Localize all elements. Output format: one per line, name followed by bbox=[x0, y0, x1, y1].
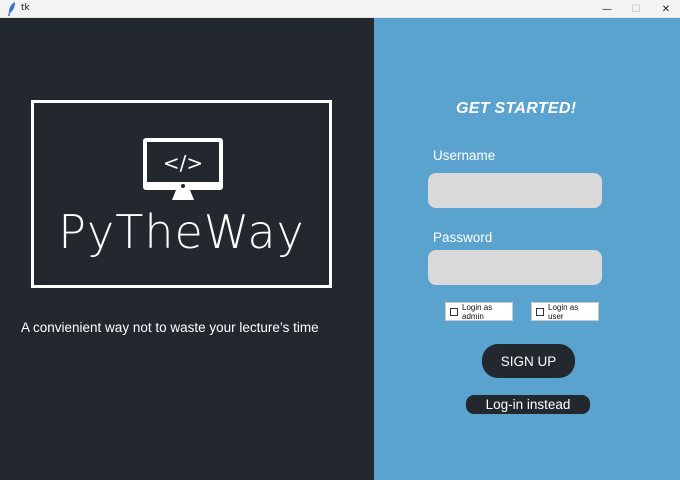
monitor-icon: </> bbox=[143, 138, 223, 200]
branding-panel: </> PyTheWay A convienient way not to wa… bbox=[0, 18, 374, 480]
feather-icon bbox=[8, 2, 15, 16]
minimize-button[interactable]: — bbox=[591, 0, 623, 18]
login-as-user-checkbox[interactable]: Login as user bbox=[531, 302, 599, 321]
maximize-button[interactable]: ☐ bbox=[620, 0, 652, 18]
checkbox-box[interactable] bbox=[450, 307, 458, 316]
login-as-admin-checkbox[interactable]: Login as admin bbox=[445, 302, 513, 321]
signup-panel: GET STARTED! Username Password Login as … bbox=[374, 18, 680, 480]
tagline: A convienient way not to waste your lect… bbox=[21, 320, 319, 335]
close-button[interactable]: ✕ bbox=[650, 0, 680, 18]
logo-frame: </> PyTheWay bbox=[31, 100, 332, 288]
username-input[interactable] bbox=[428, 173, 602, 208]
app-window: tk — ☐ ✕ </> PyTheWay A convienient way … bbox=[0, 0, 680, 480]
login-instead-button[interactable]: Log-in instead bbox=[466, 395, 590, 414]
title-bar: tk — ☐ ✕ bbox=[0, 0, 680, 18]
password-label: Password bbox=[433, 230, 493, 245]
logo-code-text: </> bbox=[163, 151, 203, 175]
checkbox-box[interactable] bbox=[536, 307, 544, 316]
form-heading: GET STARTED! bbox=[456, 100, 577, 117]
brand-name: PyTheWay bbox=[58, 205, 305, 259]
login-as-user-label: Login as user bbox=[548, 302, 579, 321]
password-input[interactable] bbox=[428, 250, 602, 285]
login-as-admin-label: Login as admin bbox=[462, 302, 493, 321]
username-label: Username bbox=[433, 148, 496, 163]
sign-up-button[interactable]: SIGN UP bbox=[482, 344, 575, 378]
window-title: tk bbox=[21, 3, 30, 13]
